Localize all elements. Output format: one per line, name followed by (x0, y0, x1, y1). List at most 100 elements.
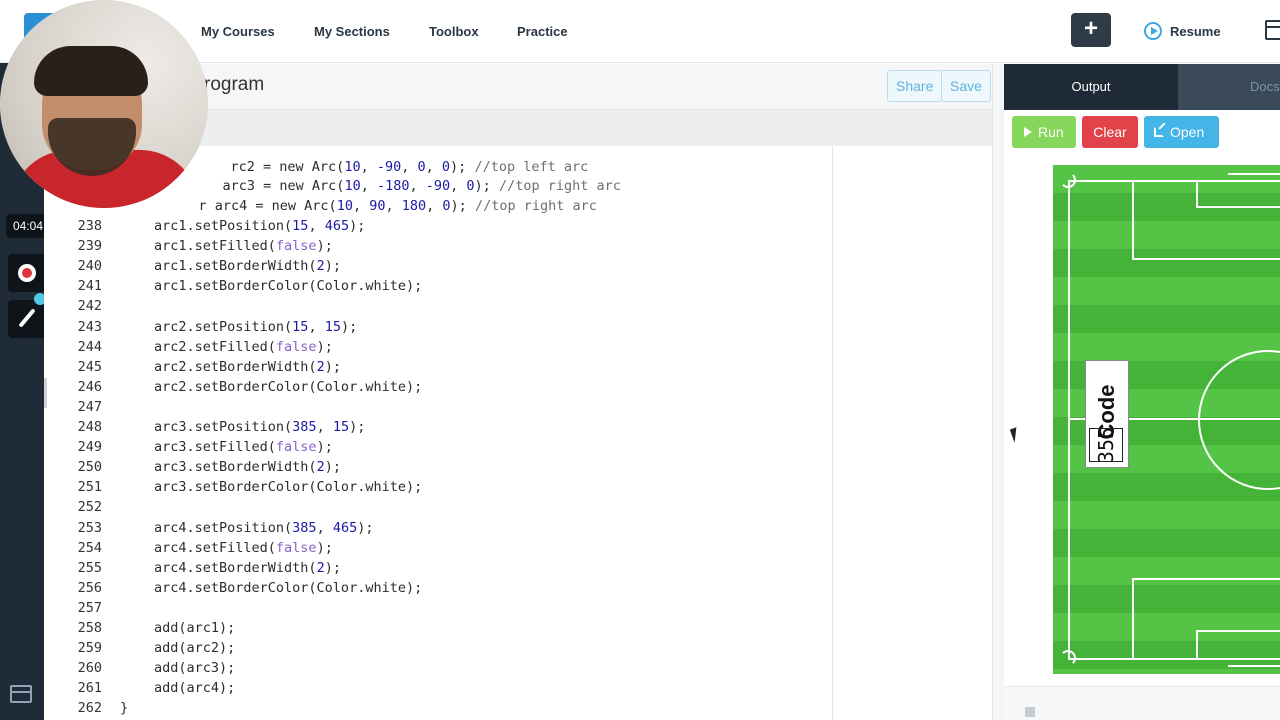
field-left-line (1068, 180, 1070, 660)
line-number: 242 (77, 298, 102, 315)
panel-splitter[interactable] (992, 64, 1004, 720)
goal-box-bottom-side (1196, 630, 1198, 658)
nav-my-sections[interactable]: My Sections (314, 24, 390, 39)
run-label: Run (1038, 124, 1064, 140)
resume-button[interactable]: Resume (1144, 21, 1221, 41)
code-line[interactable]: 244 arc2.setFilled(false); (60, 337, 333, 357)
line-number: 239 (77, 238, 102, 255)
open-button[interactable]: Open (1144, 116, 1219, 148)
share-button[interactable]: Share (887, 70, 943, 102)
line-number: 259 (77, 640, 102, 657)
line-number: 241 (77, 278, 102, 295)
app-window: My Courses My Sections Toolbox Practice … (0, 0, 1280, 720)
line-number: 254 (77, 539, 102, 556)
code-line[interactable]: 256 arc4.setBorderColor(Color.white); (60, 578, 423, 598)
line-number: 248 (77, 419, 102, 435)
code-text: arc2.setBorderColor(Color.white); (154, 378, 423, 395)
goal-box-bottom-edge (1196, 630, 1280, 632)
clear-button[interactable]: Clear (1082, 116, 1138, 148)
line-number: 247 (77, 398, 102, 415)
record-button[interactable] (8, 254, 46, 292)
goal-top (1228, 173, 1280, 175)
badge-number: 355 (1094, 426, 1118, 464)
code-text: arc2.setPosition(15, 15); (154, 318, 358, 335)
tab-output[interactable]: Output (1004, 64, 1178, 110)
code-line[interactable]: 241 arc1.setBorderColor(Color.white); (60, 276, 423, 296)
code-line[interactable]: 240 arc1.setBorderWidth(2); (60, 256, 341, 276)
line-number: 252 (77, 499, 102, 516)
external-link-icon (1154, 127, 1164, 137)
open-label: Open (1170, 124, 1205, 140)
code-text: arc3.setFilled(false); (154, 439, 333, 456)
code-line[interactable]: 252 (60, 497, 102, 517)
code-text: add(arc2); (154, 640, 236, 657)
code-text: arc1.setBorderColor(Color.white); (154, 278, 423, 295)
field-bottom-line (1068, 658, 1280, 660)
resize-handle[interactable] (1025, 707, 1035, 717)
penalty-box-top-edge (1132, 258, 1280, 260)
pen-tool-button[interactable] (8, 300, 46, 338)
corner-arc-bottom-left (1060, 650, 1076, 666)
code-line[interactable]: 259 add(arc2); (60, 638, 236, 658)
code-line[interactable]: 238 arc1.setPosition(15, 465); (60, 216, 366, 236)
code-line[interactable]: 254 arc4.setFilled(false); (60, 538, 333, 558)
code-line[interactable]: 250 arc3.setBorderWidth(2); (60, 457, 341, 477)
code-line[interactable]: 247 (60, 397, 102, 417)
tab-docs-label: Docs (1250, 79, 1280, 94)
output-bottom-bar (1004, 686, 1280, 720)
code-text: arc4.setBorderColor(Color.white); (154, 579, 423, 596)
run-button[interactable]: Run (1012, 116, 1076, 148)
program-title: rogram (204, 74, 265, 95)
grid-icon[interactable] (10, 685, 32, 703)
webcam-overlay (0, 0, 208, 208)
code-text: add(arc1); (154, 620, 236, 636)
code-line[interactable]: 260 add(arc3); (60, 658, 236, 678)
print-margin (832, 146, 833, 720)
code-line[interactable]: 246 arc2.setBorderColor(Color.white); (60, 377, 423, 397)
penalty-box-top-side (1132, 180, 1134, 260)
goal-box-top-side (1196, 180, 1198, 208)
record-icon (18, 264, 36, 282)
code-line[interactable]: 261 add(arc4); (60, 678, 236, 698)
code-line[interactable]: 243 arc2.setPosition(15, 15); (60, 317, 358, 337)
code-line[interactable]: 245 arc2.setBorderWidth(2); (60, 357, 341, 377)
nav-practice[interactable]: Practice (517, 24, 568, 39)
pen-icon (18, 308, 36, 328)
goal-box-top-edge (1196, 206, 1280, 208)
code-text: arc3.setPosition(385, 15); (154, 419, 366, 435)
code-text: arc3.setBorderWidth(2); (154, 459, 341, 476)
penalty-box-bottom-edge (1132, 578, 1280, 580)
field-top-line (1068, 180, 1280, 182)
code-line[interactable]: 253 arc4.setPosition(385, 465); (60, 518, 374, 538)
nav-toolbox[interactable]: Toolbox (429, 24, 479, 39)
nav-my-courses[interactable]: My Courses (201, 24, 275, 39)
center-circle (1198, 350, 1280, 490)
editor-scroll-handle[interactable] (44, 378, 47, 408)
goal-bottom (1228, 665, 1280, 667)
layout-icon[interactable] (1265, 20, 1280, 40)
code-line[interactable]: 251 arc3.setBorderColor(Color.white); (60, 477, 423, 497)
save-button[interactable]: Save (941, 70, 991, 102)
plus-icon[interactable]: + (1071, 13, 1111, 47)
code-line[interactable]: 249 arc3.setFilled(false); (60, 437, 333, 457)
code-line[interactable]: 248 arc3.setPosition(385, 15); (60, 417, 366, 437)
code-line[interactable]: 262} (60, 698, 129, 718)
line-number: 261 (77, 680, 102, 697)
line-number: 250 (77, 459, 102, 476)
code-text: arc4.setBorderWidth(2); (154, 559, 341, 576)
code-text: arc2.setBorderWidth(2); (154, 358, 341, 375)
code-line[interactable]: 255 arc4.setBorderWidth(2); (60, 558, 341, 578)
code-text: arc1.setBorderWidth(2); (154, 258, 341, 275)
line-number: 238 (77, 218, 102, 234)
code-line[interactable]: 239 arc1.setFilled(false); (60, 236, 333, 256)
code-line[interactable]: 242 (60, 296, 102, 316)
resume-label: Resume (1170, 23, 1221, 39)
line-number: 251 (77, 479, 102, 496)
corner-arc-top-left (1060, 172, 1076, 188)
code-line[interactable]: 257 (60, 598, 102, 618)
line-number: 245 (77, 358, 102, 375)
tab-docs[interactable]: Docs (1178, 64, 1280, 110)
code-fragment-text: r arc4 = new Arc(10, 90, 180, 0); //top … (198, 198, 597, 214)
code-line[interactable]: 258 add(arc1); (60, 618, 236, 638)
line-number: 244 (77, 338, 102, 355)
